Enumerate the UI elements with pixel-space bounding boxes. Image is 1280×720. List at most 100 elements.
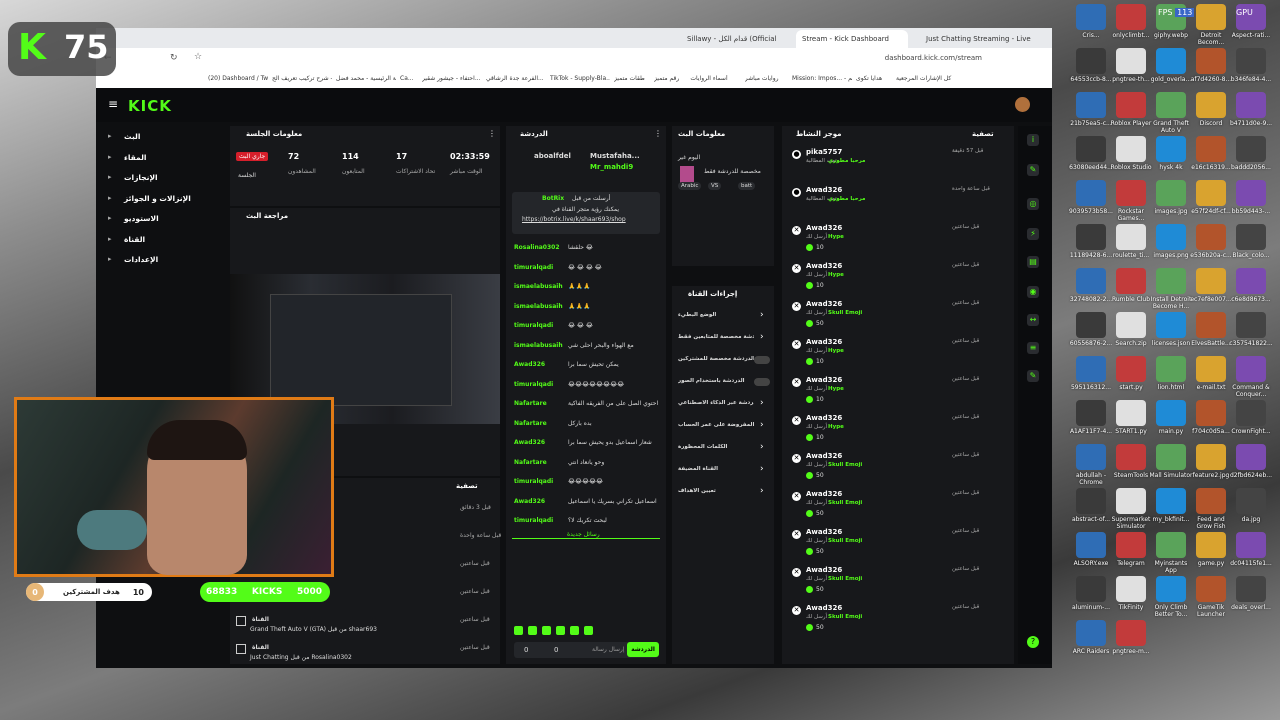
desktop-icon-label[interactable]: e57f24df-cf... (1189, 208, 1233, 215)
desktop-app-icon[interactable] (1196, 48, 1226, 74)
desktop-app-icon[interactable] (1236, 576, 1266, 602)
desktop-icon-label[interactable]: my_bkfinit... (1149, 516, 1193, 523)
desktop-app-icon[interactable] (1076, 4, 1106, 30)
desktop-icon-label[interactable]: SteamTools (1109, 472, 1153, 479)
desktop-app-icon[interactable] (1076, 312, 1106, 338)
desktop-icon-label[interactable]: Aspect-rati... (1229, 32, 1273, 39)
bookmark-item[interactable]: Ca... (400, 75, 418, 82)
desktop-icon-label[interactable]: Supermarket Simulator (1109, 516, 1153, 530)
desktop-app-icon[interactable] (1196, 268, 1226, 294)
desktop-icon-label[interactable]: bb59d443-... (1229, 208, 1273, 215)
chevron-right-icon[interactable]: › (760, 310, 764, 320)
desktop-icon-label[interactable]: ALSORY.exe (1069, 560, 1113, 567)
desktop-icon-label[interactable]: pngtree-m... (1109, 648, 1153, 655)
desktop-icon-label[interactable]: Telegram (1109, 560, 1153, 567)
channel-action-label[interactable]: دردشة مخصصة للمتابعين فقط (678, 334, 754, 340)
sidebar-item[interactable]: الإنزالات و الجوائز (124, 194, 191, 203)
desktop-app-icon[interactable] (1156, 268, 1186, 294)
bookmark-item[interactable]: الصفحة الرئيسية - محمد فضل... (336, 75, 396, 82)
desktop-icon-label[interactable]: e16c16319... (1189, 164, 1233, 171)
toggle-switch[interactable] (754, 356, 770, 364)
bot-link[interactable]: https://botrix.live/k/shaar693/shop (522, 216, 626, 223)
chat-username[interactable]: ismaelabusaih (514, 342, 563, 349)
desktop-icon-label[interactable]: b4711d0e-9... (1229, 120, 1273, 127)
bookmark-item[interactable]: الرئيسية - شرح تركيب تعريف الج... (272, 75, 332, 82)
chat-username[interactable]: Nafartare (514, 420, 547, 427)
desktop-icon-label[interactable]: gold_overla... (1149, 76, 1193, 83)
desktop-app-icon[interactable] (1236, 312, 1266, 338)
bookmark-item[interactable]: TikTok - Supply-Bla... (550, 75, 610, 82)
desktop-app-icon[interactable] (1156, 48, 1186, 74)
channel-action-label[interactable]: الوضع البطيء (678, 312, 754, 318)
tab-kick-dashboard[interactable]: Stream - Kick Dashboard (796, 30, 908, 48)
desktop-icon-label[interactable]: e536b20a-c... (1189, 252, 1233, 259)
chat-username[interactable]: timuralqadi (514, 264, 553, 271)
desktop-app-icon[interactable] (1076, 268, 1106, 294)
desktop-icon-label[interactable]: e-mail.txt (1189, 384, 1233, 391)
emote-icon[interactable] (570, 626, 579, 635)
desktop-app-icon[interactable] (1076, 356, 1106, 382)
desktop-app-icon[interactable] (1156, 312, 1186, 338)
desktop-icon-label[interactable]: 9039573b58... (1069, 208, 1113, 215)
desktop-icon-label[interactable]: Cris... (1069, 32, 1113, 39)
desktop-icon-label[interactable]: Command & Conquer... (1229, 384, 1273, 398)
desktop-icon-label[interactable]: 64553ccb-8... (1069, 76, 1113, 83)
pinned-user-3[interactable]: Mr_mahdi9 (590, 163, 633, 171)
more-icon[interactable]: ⋮ (654, 129, 662, 138)
sidebar-item[interactable]: القناة (124, 235, 145, 244)
desktop-app-icon[interactable] (1196, 532, 1226, 558)
desktop-icon-label[interactable]: lion.html (1149, 384, 1193, 391)
activity-user[interactable]: Awad326 (806, 566, 842, 574)
desktop-app-icon[interactable] (1196, 488, 1226, 514)
more-icon[interactable]: ⋮ (488, 129, 496, 138)
desktop-app-icon[interactable] (1116, 180, 1146, 206)
chat-username[interactable]: Nafartare (514, 400, 547, 407)
desktop-icon-label[interactable]: Rumble Club (1109, 296, 1153, 303)
activity-user[interactable]: Awad326 (806, 338, 842, 346)
desktop-app-icon[interactable] (1236, 532, 1266, 558)
emote-icon[interactable] (584, 626, 593, 635)
desktop-icon-label[interactable]: Discord (1189, 120, 1233, 127)
desktop-icon-label[interactable]: Myinstants App (1149, 560, 1193, 574)
menu-icon[interactable]: ≡ (108, 97, 118, 111)
desktop-app-icon[interactable] (1116, 4, 1146, 30)
desktop-app-icon[interactable] (1076, 180, 1106, 206)
desktop-app-icon[interactable] (1076, 48, 1106, 74)
chevron-right-icon[interactable]: › (760, 398, 764, 408)
desktop-app-icon[interactable] (1076, 444, 1106, 470)
desktop-app-icon[interactable] (1196, 92, 1226, 118)
desktop-app-icon[interactable] (1116, 444, 1146, 470)
desktop-icon-label[interactable]: Roblox Studio (1109, 164, 1153, 171)
desktop-icon-label[interactable]: aluminum-... (1069, 604, 1113, 611)
desktop-icon-label[interactable]: 32748082-2... (1069, 296, 1113, 303)
bookmark-item[interactable]: (20) Dashboard / Tw... (208, 75, 268, 82)
activity-user[interactable]: Awad326 (806, 414, 842, 422)
desktop-icon-label[interactable]: abdullah - Chrome (1069, 472, 1113, 486)
desktop-app-icon[interactable] (1236, 444, 1266, 470)
desktop-app-icon[interactable] (1116, 400, 1146, 426)
desktop-icon-label[interactable]: onlyclimbt... (1109, 32, 1153, 39)
emote-icon[interactable] (556, 626, 565, 635)
channel-action-label[interactable]: تعيين الأهداف (678, 488, 754, 494)
desktop-app-icon[interactable] (1236, 180, 1266, 206)
desktop-icon-label[interactable]: feature2.jpg (1189, 472, 1233, 479)
chevron-right-icon[interactable]: › (760, 332, 764, 342)
chat-username[interactable]: Awad326 (514, 361, 545, 368)
channel-action-label[interactable]: الدردشة مخصصة للمشتركين (678, 356, 754, 362)
desktop-app-icon[interactable] (1076, 532, 1106, 558)
desktop-icon-label[interactable]: A1AF11F7-4... (1069, 428, 1113, 435)
list-icon[interactable]: ≡ (1027, 342, 1039, 354)
bookmark-item[interactable]: كل الإشارات المرجعية (896, 75, 956, 82)
desktop-icon-label[interactable]: af7d4260-8... (1189, 76, 1233, 83)
emote-icon[interactable] (528, 626, 537, 635)
bolt-icon[interactable]: ⚡ (1027, 228, 1039, 240)
activity-user[interactable]: pika5757 (806, 148, 842, 156)
sidebar-item[interactable]: الاستوديو (124, 214, 159, 223)
chat-username[interactable]: Awad326 (514, 498, 545, 505)
desktop-app-icon[interactable] (1196, 356, 1226, 382)
desktop-icon-label[interactable]: Only Climb Better To... (1149, 604, 1193, 618)
desktop-icon-label[interactable]: Detroit Becom... (1189, 32, 1233, 46)
desktop-icon-label[interactable]: ARC Raiders (1069, 648, 1113, 655)
activity-user[interactable]: Awad326 (806, 376, 842, 384)
desktop-app-icon[interactable] (1156, 532, 1186, 558)
